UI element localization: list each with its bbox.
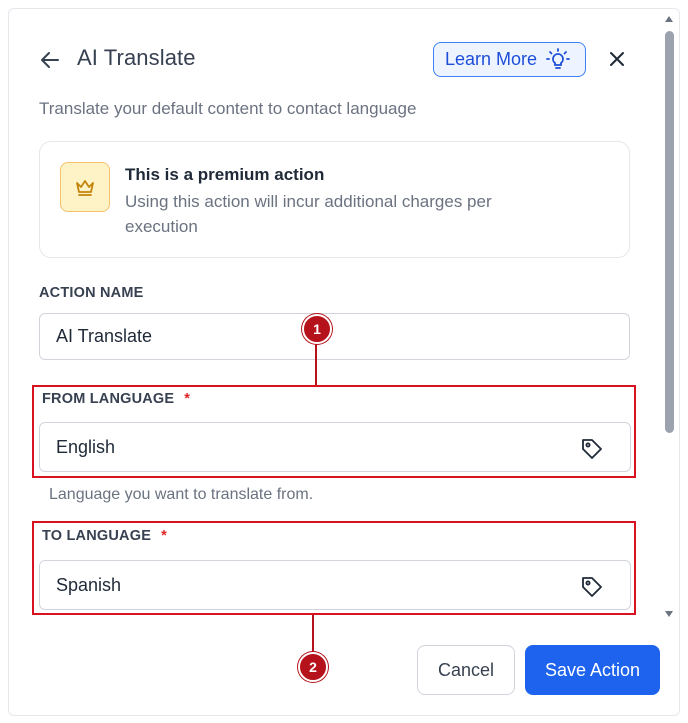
scroll-up-arrow-icon[interactable] [664,14,674,24]
annotation-connector-2 [312,615,314,653]
annotation-badge-2: 2 [298,652,328,682]
lightbulb-icon [546,47,570,69]
learn-more-label: Learn More [445,49,538,69]
save-action-button[interactable]: Save Action [525,645,660,695]
action-name-value: AI Translate [56,326,153,346]
premium-action-card: This is a premium action Using this acti… [39,141,630,258]
premium-description: Using this action will incur additional … [125,192,492,236]
annotation-connector-1 [315,341,317,385]
learn-more-button[interactable]: Learn More [433,42,586,77]
close-icon[interactable] [607,49,627,69]
premium-title: This is a premium action [125,165,325,184]
annotation-highlight-to-language [32,521,636,615]
page-subtitle: Translate your default content to contac… [39,99,417,118]
annotation-badge-1: 1 [302,314,332,344]
annotation-highlight-from-language [32,385,636,478]
arrow-left-icon[interactable] [38,48,62,72]
scrollbar-thumb[interactable] [665,31,674,433]
crown-badge [60,162,110,212]
from-language-help: Language you want to translate from. [49,486,314,503]
scroll-down-arrow-icon[interactable] [664,609,674,619]
crown-icon [76,180,94,196]
page-title: AI Translate [77,45,196,70]
action-name-input[interactable]: AI Translate [39,313,630,360]
action-name-label: ACTION NAME [39,285,144,301]
cancel-button[interactable]: Cancel [417,645,515,695]
